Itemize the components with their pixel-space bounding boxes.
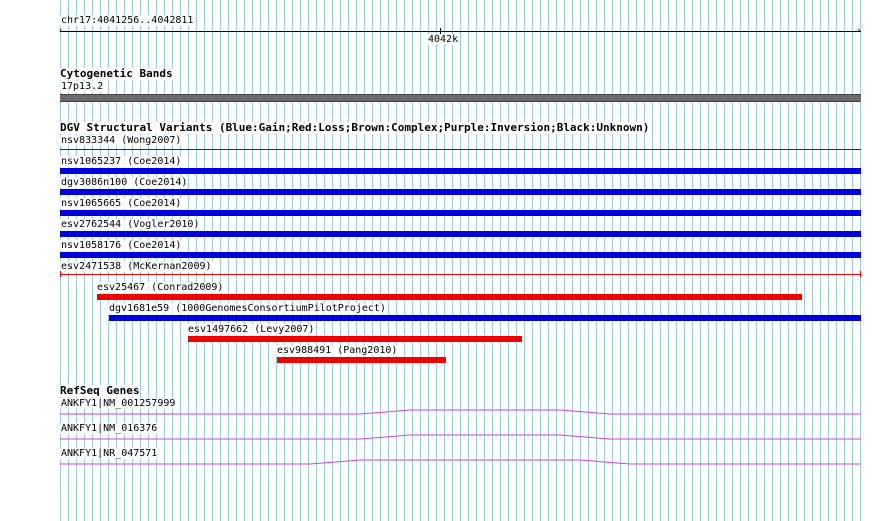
- ruler-tick-label: 4042k: [427, 34, 460, 45]
- dgv-feature-bar[interactable]: [60, 252, 861, 258]
- dgv-feature-bar[interactable]: [60, 231, 861, 237]
- ruler-right-arrow-icon[interactable]: ›: [856, 27, 861, 36]
- dgv-feature-label: nsv833344 (Wong2007): [60, 135, 183, 146]
- dgv-feature-label: esv25467 (Conrad2009): [96, 282, 225, 293]
- dgv-feature-label: nsv1065237 (Coe2014): [60, 156, 183, 167]
- dgv-feature-bar[interactable]: [60, 210, 861, 216]
- dgv-feature-bar[interactable]: [60, 168, 861, 174]
- gene-model[interactable]: [60, 433, 862, 441]
- dgv-feature-label: esv988491 (Pang2010): [276, 345, 399, 356]
- dgv-feature-label: nsv1065665 (Coe2014): [60, 198, 183, 209]
- dgv-feature-label: esv2762544 (Vogler2010): [60, 219, 201, 230]
- dgv-feature-label: esv2471538 (McKernan2009): [60, 261, 213, 272]
- gene-model[interactable]: [60, 458, 862, 466]
- ruler-left-arrow-icon[interactable]: ‹: [58, 27, 63, 36]
- dgv-feature-bar[interactable]: [60, 189, 861, 195]
- ruler-line: [60, 31, 861, 32]
- dgv-feature-bar[interactable]: [97, 294, 802, 300]
- dgv-feature-bar[interactable]: [60, 274, 861, 275]
- dgv-feature-bar[interactable]: [109, 315, 861, 321]
- gene-model[interactable]: [60, 408, 862, 416]
- dgv-feature-label: dgv3086n100 (Coe2014): [60, 177, 189, 188]
- genome-browser-view: chr17:4041256..4042811 ‹ › 4042k Cytogen…: [0, 0, 890, 521]
- right-margin: [862, 0, 890, 521]
- left-margin: [0, 0, 59, 521]
- cyto-band-label: 17p13.2: [60, 81, 105, 92]
- ruler-position-label: chr17:4041256..4042811: [60, 15, 195, 26]
- dgv-feature-end-cap: [60, 271, 61, 277]
- dgv-track-title[interactable]: DGV Structural Variants (Blue:Gain;Red:L…: [59, 122, 651, 134]
- cyto-track-title[interactable]: Cytogenetic Bands: [59, 68, 174, 80]
- refseq-track-title[interactable]: RefSeq Genes: [59, 385, 141, 397]
- cyto-band-bar[interactable]: [60, 94, 861, 102]
- dgv-feature-bar[interactable]: [60, 149, 861, 150]
- dgv-feature-label: dgv1681e59 (1000GenomesConsortiumPilotPr…: [108, 303, 387, 314]
- dgv-feature-end-cap: [860, 271, 861, 277]
- dgv-feature-bar[interactable]: [277, 357, 446, 363]
- dgv-feature-label: esv1497662 (Levy2007): [187, 324, 316, 335]
- dgv-feature-bar[interactable]: [188, 336, 522, 342]
- dgv-feature-label: nsv1058176 (Coe2014): [60, 240, 183, 251]
